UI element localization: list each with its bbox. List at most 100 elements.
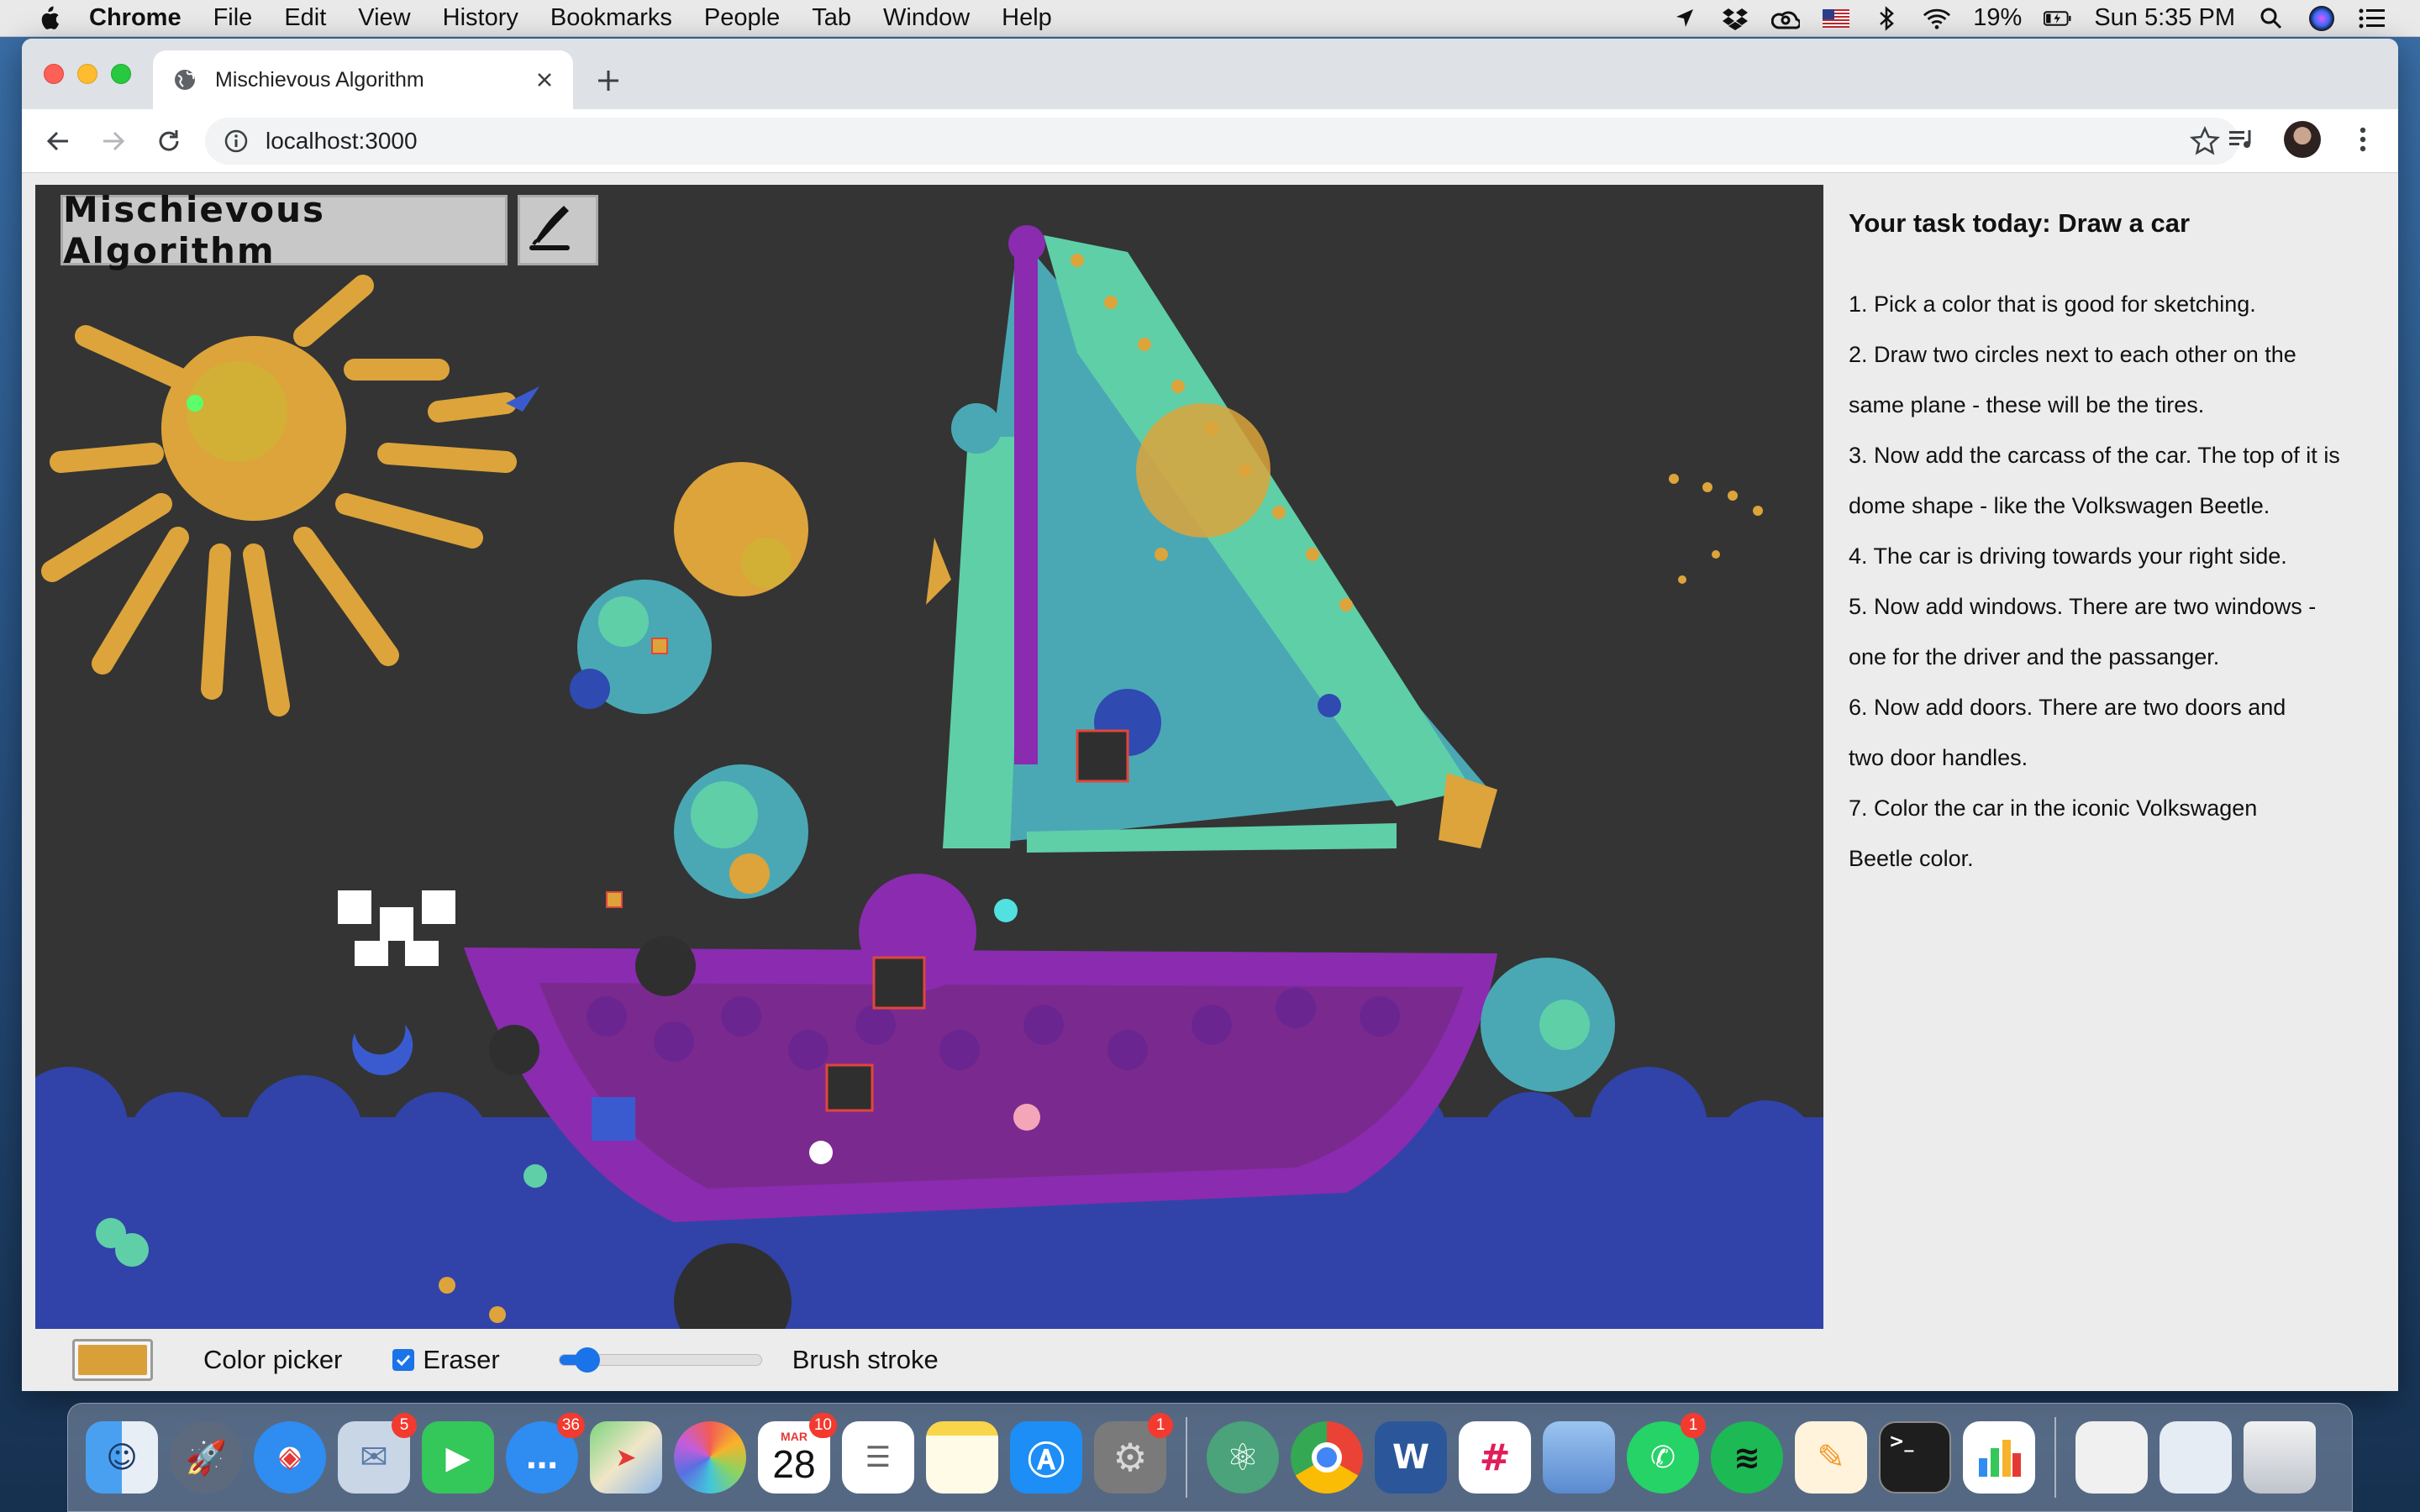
color-picker-input[interactable] [72, 1339, 153, 1381]
dropbox-icon[interactable] [1721, 6, 1749, 31]
launchpad-icon[interactable]: 🚀 [170, 1421, 242, 1494]
step-line: Beetle color. [1849, 846, 1974, 871]
window-zoom-button[interactable] [111, 64, 131, 84]
step-line: two door handles. [1849, 745, 2028, 770]
selected-color-fill [78, 1345, 147, 1375]
maps-icon[interactable]: ➤ [590, 1421, 662, 1494]
more-options-icon[interactable] [2344, 121, 2381, 158]
menu-bookmarks[interactable]: Bookmarks [550, 4, 672, 32]
system-prefs-badge: 1 [1148, 1413, 1173, 1438]
app-store-icon[interactable]: Ⓐ [1010, 1421, 1082, 1494]
tab-close-icon[interactable] [528, 63, 561, 97]
dock-separator [2054, 1417, 2056, 1498]
battery-charging-icon[interactable] [2044, 6, 2072, 31]
step-line: 2. Draw two circles next to each other o… [1849, 342, 2296, 367]
finder-icon[interactable]: ☺ [86, 1421, 158, 1494]
trash-icon[interactable] [2244, 1421, 2316, 1494]
back-arrow-icon[interactable] [39, 122, 77, 160]
macos-dock: ☺ 🚀 ◈ ✉ 5 ▶ … 36 ➤ MAR 28 10 ☰ Ⓐ ⚙ 1 ⚛ W… [67, 1403, 2353, 1512]
siri-icon[interactable] [2307, 5, 2336, 31]
menu-history[interactable]: History [443, 4, 518, 32]
spotify-icon[interactable]: ≋ [1711, 1421, 1783, 1494]
notes-icon[interactable] [926, 1421, 998, 1494]
menu-view[interactable]: View [358, 4, 410, 32]
step-line: 7. Color the car in the iconic Volkswage… [1849, 795, 2258, 821]
slack-icon[interactable]: # [1459, 1421, 1531, 1494]
battery-percent: 19% [1973, 4, 2023, 31]
creative-cloud-icon[interactable] [1771, 6, 1801, 31]
menu-help[interactable]: Help [1002, 4, 1052, 32]
media-queue-icon[interactable] [2223, 121, 2260, 158]
downloads-stack-icon[interactable] [2160, 1421, 2232, 1494]
system-preferences-icon[interactable]: ⚙ 1 [1094, 1413, 1173, 1494]
messages-icon[interactable]: … 36 [506, 1413, 585, 1494]
documents-stack-icon[interactable] [2075, 1421, 2148, 1494]
task-title: Your task today: Draw a car [1849, 208, 2191, 238]
wifi-icon[interactable] [1923, 6, 1951, 31]
location-icon[interactable] [1670, 6, 1699, 31]
facetime-icon[interactable]: ▶ [422, 1421, 494, 1494]
dock-separator [1186, 1417, 1187, 1498]
notification-center-icon[interactable] [2358, 6, 2386, 31]
url-text[interactable]: localhost:3000 [266, 128, 2190, 155]
pen-icon [529, 206, 570, 250]
word-icon[interactable]: W [1375, 1421, 1447, 1494]
brush-stroke-label: Brush stroke [792, 1345, 939, 1374]
active-tab[interactable]: Mischievous Algorithm [153, 50, 573, 109]
checkmark-icon [397, 1354, 411, 1367]
pen-tool-button[interactable] [518, 195, 598, 265]
bookmark-star-icon[interactable] [2190, 126, 2220, 156]
reminders-icon[interactable]: ☰ [842, 1421, 914, 1494]
mail-icon[interactable]: ✉ 5 [338, 1413, 417, 1494]
step-line: 3. Now add the carcass of the car. The t… [1849, 443, 2340, 468]
globe-icon [175, 70, 195, 90]
photos-icon[interactable] [674, 1421, 746, 1494]
apple-menu-icon[interactable] [35, 4, 60, 33]
menu-tab[interactable]: Tab [812, 4, 851, 32]
step-line: dome shape - like the Volkswagen Beetle. [1849, 493, 2270, 518]
menu-window[interactable]: Window [883, 4, 970, 32]
step-line: 4. The car is driving towards your right… [1849, 543, 2287, 569]
safari-icon[interactable]: ◈ [254, 1421, 326, 1494]
macos-menu-bar: Chrome File Edit View History Bookmarks … [0, 0, 2420, 37]
menu-people[interactable]: People [704, 4, 780, 32]
bluetooth-icon[interactable] [1872, 5, 1901, 31]
forward-arrow-icon[interactable] [94, 122, 133, 160]
step-line: 5. Now add windows. There are two window… [1849, 594, 2317, 619]
terminal-icon[interactable]: >_ [1879, 1421, 1951, 1494]
task-instructions: Your task today: Draw a car 1. Pick a co… [1835, 185, 2390, 1329]
profile-avatar[interactable] [2284, 121, 2321, 158]
mail-badge: 5 [392, 1413, 417, 1438]
address-bar[interactable]: localhost:3000 [205, 118, 2238, 165]
eraser-checkbox[interactable] [392, 1349, 415, 1371]
step-line: 6. Now add doors. There are two doors an… [1849, 695, 2286, 720]
chrome-icon[interactable] [1291, 1421, 1363, 1494]
drawing-canvas[interactable]: Mischievous Algorithm [35, 185, 1823, 1329]
new-tab-icon[interactable] [590, 62, 627, 99]
calendar-icon[interactable]: MAR 28 10 [758, 1413, 837, 1494]
window-close-button[interactable] [44, 64, 64, 84]
us-flag-icon[interactable] [1822, 6, 1850, 31]
color-picker-label: Color picker [203, 1345, 343, 1374]
spotlight-search-icon[interactable] [2257, 6, 2286, 31]
brush-size-slider[interactable] [558, 1347, 762, 1373]
window-minimize-button[interactable] [77, 64, 97, 84]
pages-icon[interactable]: ✎ [1795, 1421, 1867, 1494]
calendar-day: 28 [772, 1442, 816, 1486]
menu-file[interactable]: File [213, 4, 253, 32]
whatsapp-badge: 1 [1681, 1413, 1706, 1438]
reload-icon[interactable] [150, 122, 188, 160]
menu-app-name[interactable]: Chrome [89, 4, 182, 32]
calendar-badge: 10 [808, 1413, 837, 1438]
app-logo: Mischievous Algorithm [60, 189, 508, 271]
numbers-icon[interactable] [1963, 1421, 2035, 1494]
menu-clock[interactable]: Sun 5:35 PM [2094, 4, 2235, 32]
preview-icon[interactable] [1543, 1421, 1615, 1494]
slider-handle[interactable] [574, 1347, 600, 1373]
task-steps: 1. Pick a color that is good for sketchi… [1849, 279, 2390, 884]
info-icon[interactable] [224, 129, 249, 154]
whatsapp-icon[interactable]: ✆ 1 [1627, 1413, 1706, 1494]
menu-edit[interactable]: Edit [284, 4, 326, 32]
tab-strip: Mischievous Algorithm [22, 39, 2398, 109]
atom-icon[interactable]: ⚛ [1207, 1421, 1279, 1494]
